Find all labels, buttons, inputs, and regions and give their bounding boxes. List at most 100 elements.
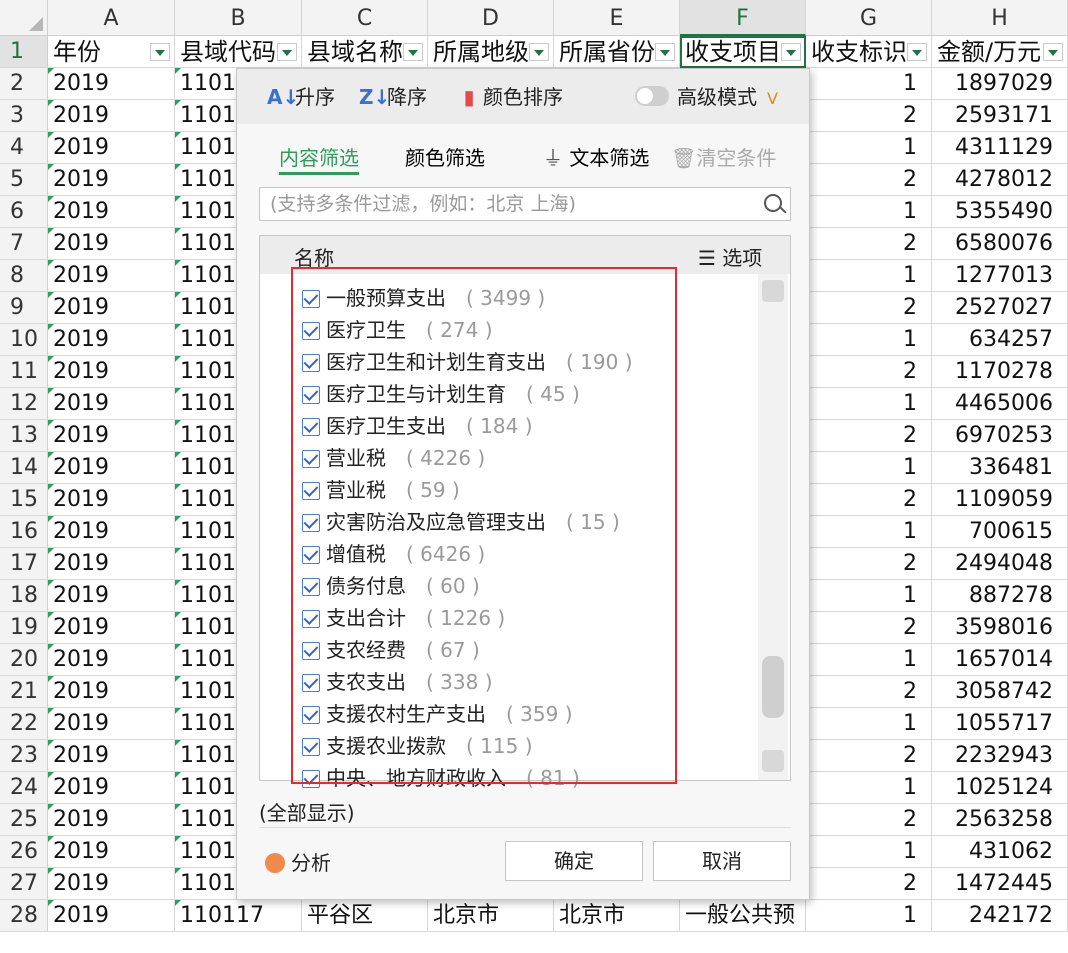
filter-list-item[interactable]: 灾害防治及应急管理支出 ( 15 ) xyxy=(302,506,620,538)
cell[interactable]: 2019 xyxy=(48,324,175,356)
ok-button[interactable]: 确定 xyxy=(505,841,643,881)
chevron-down-icon[interactable]: V xyxy=(767,85,778,113)
cell[interactable]: 北京市 xyxy=(428,900,554,932)
header-cell[interactable]: 所属地级 xyxy=(428,36,554,68)
checkbox-checked-icon[interactable] xyxy=(302,482,320,500)
checkbox-checked-icon[interactable] xyxy=(302,610,320,628)
cell[interactable]: 2019 xyxy=(48,164,175,196)
filter-list-item[interactable]: 支援农村生产支出 ( 359 ) xyxy=(302,698,573,730)
column-header-c[interactable]: C xyxy=(302,0,428,36)
cell[interactable]: 2593171 xyxy=(932,100,1068,132)
cell[interactable]: 2 xyxy=(806,868,932,900)
cell[interactable]: 2527027 xyxy=(932,292,1068,324)
cell[interactable]: 1 xyxy=(806,580,932,612)
cell[interactable]: 2 xyxy=(806,228,932,260)
row-header[interactable]: 9 xyxy=(0,292,48,324)
cell[interactable]: 2 xyxy=(806,548,932,580)
checkbox-checked-icon[interactable] xyxy=(302,290,320,308)
cell[interactable]: 2019 xyxy=(48,708,175,740)
cell[interactable]: 1 xyxy=(806,324,932,356)
cell[interactable]: 2019 xyxy=(48,548,175,580)
filter-dropdown-button[interactable] xyxy=(403,43,423,61)
row-header[interactable]: 4 xyxy=(0,132,48,164)
cell[interactable]: 2019 xyxy=(48,740,175,772)
cell[interactable]: 2494048 xyxy=(932,548,1068,580)
cell[interactable]: 2019 xyxy=(48,580,175,612)
value-list-scrollbar[interactable] xyxy=(758,274,788,780)
cell[interactable]: 2019 xyxy=(48,868,175,900)
cancel-button[interactable]: 取消 xyxy=(653,841,791,881)
filter-list-item[interactable]: 支援农业拨款 ( 115 ) xyxy=(302,730,533,762)
cell[interactable]: 1055717 xyxy=(932,708,1068,740)
scroll-up-arrow[interactable] xyxy=(762,280,784,302)
cell[interactable]: 4311129 xyxy=(932,132,1068,164)
scroll-thumb[interactable] xyxy=(762,656,784,718)
filter-list-item[interactable]: 支农经费 ( 67 ) xyxy=(302,634,480,666)
cell[interactable]: 2019 xyxy=(48,836,175,868)
row-header[interactable]: 13 xyxy=(0,420,48,452)
row-header[interactable]: 1 xyxy=(0,36,48,68)
row-header[interactable]: 25 xyxy=(0,804,48,836)
header-cell[interactable]: 金额/万元 xyxy=(932,36,1068,68)
cell[interactable]: 2019 xyxy=(48,356,175,388)
cell[interactable]: 2 xyxy=(806,612,932,644)
column-header-h[interactable]: H xyxy=(932,0,1068,36)
cell[interactable]: 2019 xyxy=(48,68,175,100)
row-header[interactable]: 2 xyxy=(0,68,48,100)
column-header-f[interactable]: F xyxy=(680,0,806,36)
filter-list-item[interactable]: 增值税 ( 6426 ) xyxy=(302,538,485,570)
cell[interactable]: 700615 xyxy=(932,516,1068,548)
row-header[interactable]: 26 xyxy=(0,836,48,868)
cell[interactable]: 2019 xyxy=(48,804,175,836)
cell[interactable]: 2019 xyxy=(48,612,175,644)
tab-content-filter[interactable]: 内容筛选 xyxy=(279,142,359,175)
row-header[interactable]: 21 xyxy=(0,676,48,708)
filter-list-item[interactable]: 债务付息 ( 60 ) xyxy=(302,570,480,602)
cell[interactable]: 2019 xyxy=(48,100,175,132)
filter-list-item[interactable]: 营业税 ( 4226 ) xyxy=(302,442,485,474)
header-cell[interactable]: 所属省份 xyxy=(554,36,680,68)
cell[interactable]: 2 xyxy=(806,164,932,196)
cell[interactable]: 2563258 xyxy=(932,804,1068,836)
cell[interactable]: 887278 xyxy=(932,580,1068,612)
row-header[interactable]: 8 xyxy=(0,260,48,292)
cell[interactable]: 平谷区 xyxy=(302,900,428,932)
cell[interactable]: 242172 xyxy=(932,900,1068,932)
filter-list-item[interactable]: 医疗卫生和计划生育支出 ( 190 ) xyxy=(302,346,633,378)
cell[interactable]: 2019 xyxy=(48,260,175,292)
checkbox-checked-icon[interactable] xyxy=(302,418,320,436)
checkbox-checked-icon[interactable] xyxy=(302,546,320,564)
column-header-d[interactable]: D xyxy=(428,0,554,36)
checkbox-checked-icon[interactable] xyxy=(302,738,320,756)
row-header[interactable]: 28 xyxy=(0,900,48,932)
row-header[interactable]: 10 xyxy=(0,324,48,356)
cell[interactable]: 2019 xyxy=(48,228,175,260)
tab-color-filter[interactable]: 颜色筛选 xyxy=(405,142,485,172)
column-header-b[interactable]: B xyxy=(175,0,302,36)
filter-dropdown-button[interactable] xyxy=(655,43,675,61)
row-header[interactable]: 5 xyxy=(0,164,48,196)
cell[interactable]: 2019 xyxy=(48,676,175,708)
clear-conditions-button[interactable]: 🗑清空条件 xyxy=(671,142,776,172)
checkbox-checked-icon[interactable] xyxy=(302,322,320,340)
cell[interactable]: 1 xyxy=(806,388,932,420)
cell[interactable]: 2019 xyxy=(48,516,175,548)
cell[interactable]: 1472445 xyxy=(932,868,1068,900)
checkbox-checked-icon[interactable] xyxy=(302,642,320,660)
cell[interactable]: 2019 xyxy=(48,132,175,164)
row-header[interactable]: 27 xyxy=(0,868,48,900)
checkbox-checked-icon[interactable] xyxy=(302,386,320,404)
cell[interactable]: 北京市 xyxy=(554,900,680,932)
column-header-e[interactable]: E xyxy=(554,0,680,36)
cell[interactable]: 2019 xyxy=(48,388,175,420)
cell[interactable]: 2 xyxy=(806,676,932,708)
filter-dropdown-button[interactable] xyxy=(1043,43,1063,61)
header-cell[interactable]: 县域名称 xyxy=(302,36,428,68)
checkbox-checked-icon[interactable] xyxy=(302,578,320,596)
filter-list-item[interactable]: 医疗卫生支出 ( 184 ) xyxy=(302,410,533,442)
cell[interactable]: 1 xyxy=(806,708,932,740)
cell[interactable]: 2 xyxy=(806,420,932,452)
options-button[interactable]: ☰ 选项 xyxy=(698,242,762,271)
text-filter-button[interactable]: ⏚ 文本筛选 xyxy=(543,142,649,172)
cell[interactable]: 1 xyxy=(806,516,932,548)
